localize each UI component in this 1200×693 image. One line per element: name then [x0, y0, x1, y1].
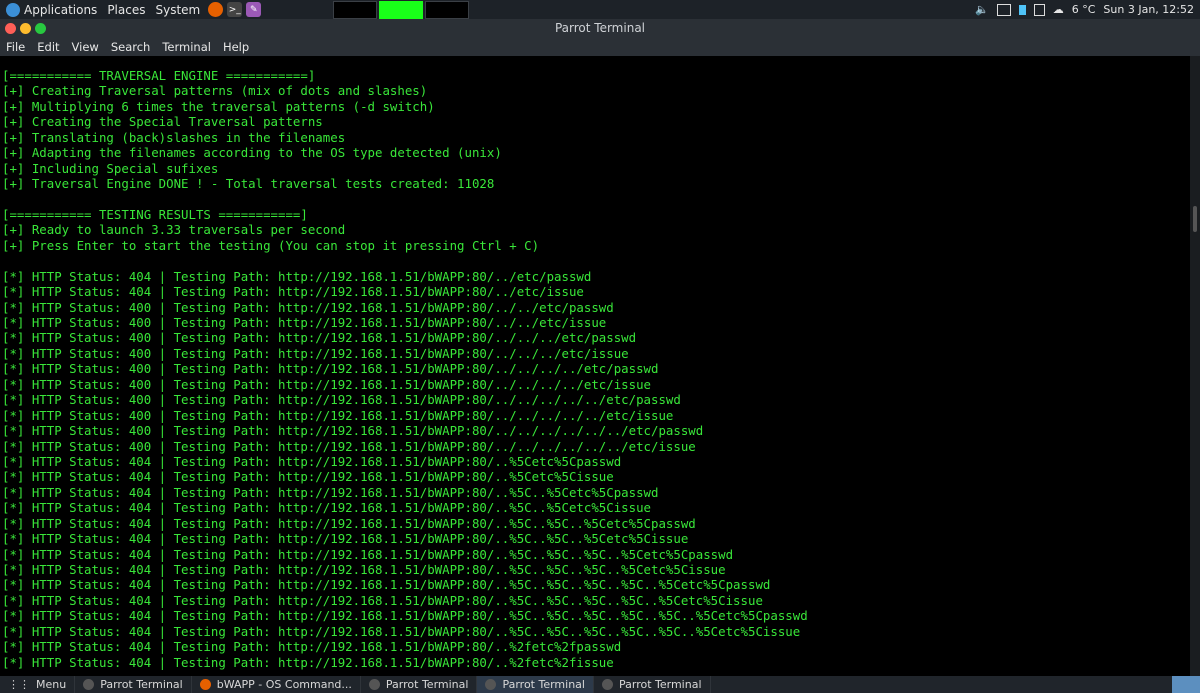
- terminal-line: [*] HTTP Status: 404 | Testing Path: htt…: [2, 469, 614, 485]
- window-title: Parrot Terminal: [554, 21, 646, 35]
- menu-view[interactable]: View: [66, 40, 105, 54]
- parrot-logo-icon: [6, 2, 20, 17]
- terminal-line: [=========== TRAVERSAL ENGINE ==========…: [2, 68, 316, 83]
- task-label: Parrot Terminal: [100, 678, 183, 691]
- terminal-line: [*] HTTP Status: 400 | Testing Path: htt…: [2, 315, 607, 330]
- terminal-line: [+] Creating Traversal patterns (mix of …: [2, 83, 428, 99]
- menu-file[interactable]: File: [0, 40, 31, 54]
- menu-search[interactable]: Search: [105, 40, 157, 54]
- menu-button[interactable]: ⋮⋮ Menu: [0, 676, 76, 693]
- terminal-line: [*] HTTP Status: 400 | Testing Path: htt…: [2, 407, 674, 423]
- grid-menu-icon: ⋮⋮: [8, 678, 30, 691]
- terminal-line: [*] HTTP Status: 404 | Testing Path: htt…: [2, 268, 592, 284]
- workspace-1[interactable]: [333, 0, 378, 19]
- places-label: Places: [107, 2, 146, 17]
- window-titlebar[interactable]: Parrot Terminal: [0, 19, 1200, 38]
- places-menu[interactable]: Places: [107, 3, 145, 17]
- terminal-line: [+] Traversal Engine DONE ! - Total trav…: [2, 176, 495, 192]
- terminal-line: [*] HTTP Status: 400 | Testing Path: htt…: [2, 438, 696, 454]
- chat-icon[interactable]: [996, 3, 1011, 16]
- task-terminal-3-active[interactable]: Parrot Terminal: [477, 676, 594, 693]
- system-menu[interactable]: System: [155, 3, 200, 17]
- task-terminal-1[interactable]: Parrot Terminal: [75, 676, 192, 693]
- task-terminal-4[interactable]: Parrot Terminal: [594, 676, 711, 693]
- workspace-3[interactable]: [425, 0, 470, 19]
- menu-terminal[interactable]: Terminal: [156, 40, 217, 54]
- terminal-line: [*] HTTP Status: 400 | Testing Path: htt…: [2, 361, 659, 377]
- terminal-line: [*] HTTP Status: 404 | Testing Path: htt…: [2, 531, 689, 547]
- terminal-line: [*] HTTP Status: 404 | Testing Path: htt…: [2, 592, 763, 608]
- terminal-line: [*] HTTP Status: 404 | Testing Path: htt…: [2, 546, 734, 562]
- bottom-taskbar: ⋮⋮ Menu Parrot Terminal bWAPP - OS Comma…: [0, 676, 1200, 693]
- terminal-line: [*] HTTP Status: 404 | Testing Path: htt…: [2, 562, 726, 577]
- terminal-scrollbar[interactable]: [1190, 56, 1200, 676]
- terminal-line: [*] HTTP Status: 400 | Testing Path: htt…: [2, 330, 637, 346]
- firefox-task-icon: [199, 679, 211, 690]
- terminal-line: [+] Press Enter to start the testing (Yo…: [2, 237, 540, 253]
- terminal-line: [*] HTTP Status: 404 | Testing Path: htt…: [2, 484, 659, 500]
- system-tray: 🔈 ☁ 6 °C Sun 3 Jan, 12:52: [975, 3, 1200, 16]
- terminal-output[interactable]: [=========== TRAVERSAL ENGINE ==========…: [0, 56, 1190, 676]
- terminal-line: [*] HTTP Status: 400 | Testing Path: htt…: [2, 299, 614, 315]
- terminal-line: [*] HTTP Status: 404 | Testing Path: htt…: [2, 608, 808, 624]
- task-label: Parrot Terminal: [502, 678, 585, 691]
- terminal-line: [*] HTTP Status: 404 | Testing Path: htt…: [2, 654, 614, 670]
- task-label: bWAPP - OS Command...: [216, 678, 352, 691]
- firefox-launcher-icon[interactable]: [208, 2, 224, 17]
- terminal-line: [*] HTTP Status: 404 | Testing Path: htt…: [2, 453, 622, 469]
- show-desktop-button[interactable]: [1172, 676, 1200, 693]
- terminal-line: [*] HTTP Status: 404 | Testing Path: htt…: [2, 623, 801, 639]
- terminal-line: [*] HTTP Status: 404 | Testing Path: htt…: [2, 284, 584, 300]
- terminal-launcher-icon[interactable]: >_: [227, 2, 243, 17]
- terminal-line: [+] Including Special sufixes: [2, 160, 219, 176]
- weather-icon: ☁: [1052, 3, 1064, 16]
- menu-edit[interactable]: Edit: [31, 40, 65, 54]
- text-editor-launcher-icon[interactable]: ✎: [246, 2, 262, 17]
- terminal-line: [=========== TESTING RESULTS ===========…: [2, 206, 308, 222]
- applications-label: Applications: [24, 2, 98, 17]
- terminal-line: [+] Ready to launch 3.33 traversals per …: [2, 222, 346, 238]
- scrollbar-thumb[interactable]: [1193, 206, 1197, 232]
- clock[interactable]: Sun 3 Jan, 12:52: [1103, 3, 1194, 16]
- weather-temp[interactable]: 6 °C: [1072, 3, 1096, 16]
- menu-help[interactable]: Help: [217, 40, 255, 54]
- terminal-menubar: File Edit View Search Terminal Help: [0, 38, 1200, 56]
- terminal-line: [+] Translating (back)slashes in the fil…: [2, 129, 346, 145]
- task-label: Parrot Terminal: [618, 678, 702, 691]
- terminal-task-icon: [83, 679, 95, 690]
- terminal-line: [*] HTTP Status: 400 | Testing Path: htt…: [2, 345, 629, 361]
- terminal-task-icon: [485, 679, 497, 690]
- terminal-task-icon: [368, 679, 380, 690]
- task-terminal-2[interactable]: Parrot Terminal: [361, 676, 478, 693]
- volume-icon[interactable]: 🔈: [975, 3, 989, 16]
- terminal-line: [*] HTTP Status: 400 | Testing Path: htt…: [2, 423, 704, 439]
- applications-menu[interactable]: Applications: [6, 2, 98, 17]
- terminal-line: [+] Creating the Special Traversal patte…: [2, 114, 323, 130]
- battery-icon[interactable]: [1018, 4, 1026, 15]
- menu-label: Menu: [36, 678, 67, 691]
- workspace-2[interactable]: [379, 0, 424, 19]
- terminal-line: [*] HTTP Status: 404 | Testing Path: htt…: [2, 515, 696, 531]
- network-icon[interactable]: [1033, 3, 1045, 16]
- task-firefox-bwapp[interactable]: bWAPP - OS Command...: [192, 676, 361, 693]
- task-label: Parrot Terminal: [385, 678, 469, 691]
- terminal-line: [*] HTTP Status: 400 | Testing Path: htt…: [2, 376, 652, 392]
- terminal-lines: [=========== TRAVERSAL ENGINE ==========…: [2, 68, 808, 670]
- terminal-line: [+] Multiplying 6 times the traversal pa…: [2, 98, 435, 114]
- terminal-task-icon: [601, 679, 613, 690]
- top-panel: Applications Places System >_ ✎ 🔈 ☁ 6 °C…: [0, 0, 1200, 19]
- terminal-line: [*] HTTP Status: 404 | Testing Path: htt…: [2, 500, 652, 516]
- terminal-line: [*] HTTP Status: 404 | Testing Path: htt…: [2, 639, 622, 655]
- terminal-line: [*] HTTP Status: 400 | Testing Path: htt…: [2, 392, 681, 408]
- terminal-line: [+] Adapting the filenames according to …: [2, 145, 502, 161]
- terminal-line: [*] HTTP Status: 404 | Testing Path: htt…: [2, 577, 771, 593]
- system-label: System: [155, 2, 201, 17]
